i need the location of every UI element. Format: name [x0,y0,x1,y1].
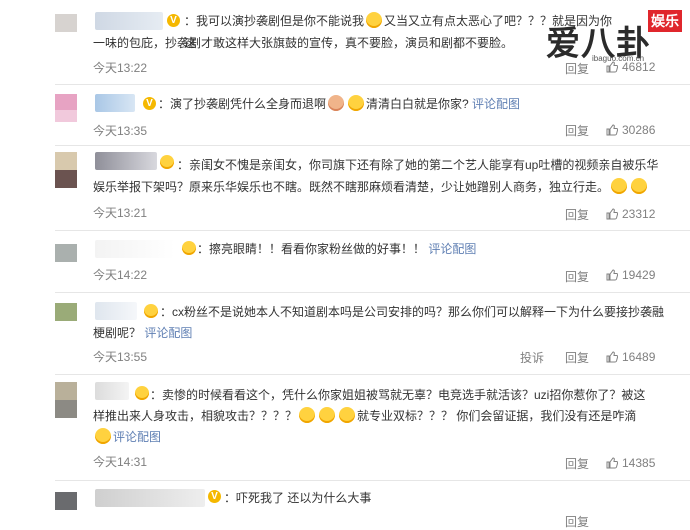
timestamp: 今天14:31 [93,455,148,469]
comment-text-cont: 梗剧呢？ 评论配图 [93,326,193,340]
thumb-up-icon [606,351,618,363]
username-blurred[interactable] [95,489,205,507]
emoji-icon [339,407,356,423]
username-blurred[interactable] [95,94,135,112]
emoji-icon [631,178,648,194]
username-blurred[interactable] [95,152,157,170]
comment-text-cont: 样推出来人身攻击，相貌攻击？？？？ 就专业双标？？？ 你们会留证据，我们没有还是咋… [93,407,637,423]
divider [55,292,690,293]
emoji-icon [319,407,336,423]
emoji-icon [611,178,628,194]
reply-button[interactable]: 回复 [565,268,589,285]
like-button[interactable]: 30286 [606,123,655,137]
like-button[interactable]: 16489 [606,350,655,364]
thumb-up-icon [606,269,618,281]
thumb-up-icon [606,208,618,220]
timestamp: 今天13:55 [93,350,148,364]
divider [55,145,690,146]
vip-badge-icon: V [167,14,180,27]
reply-button[interactable]: 回复 [565,206,589,223]
like-button[interactable]: 23312 [606,207,655,221]
divider [55,84,690,85]
emoji-icon [144,304,158,318]
comment-text-cont: 娱乐举报下架吗？原来乐华娱乐也不瞎。既然不瞎那麻烦看清楚，少让她蹭别人商务，独立… [93,176,671,198]
report-button[interactable]: 投诉 [520,349,544,366]
comment-image-link[interactable]: 评论配图 [472,97,520,111]
username-blurred[interactable] [95,382,129,400]
emoji-icon [328,95,345,111]
reply-button[interactable]: 回复 [565,122,589,139]
divider [55,480,690,481]
timestamp: 今天14:22 [93,268,148,282]
timestamp: 今天13:22 [93,61,148,75]
comment-text: ：卖惨的时候看看这个，凭什么你家姐姐被骂就无辜？电竞选手就活该？uzi招你惹你了… [150,388,646,402]
emoji-icon [348,95,365,111]
comment-text: ：擦亮眼睛！！看看你家粉丝做的好事！！ 评论配图 [197,242,477,256]
divider [55,230,690,231]
vip-badge-icon: V [208,490,221,503]
username-blurred[interactable] [95,12,163,30]
comment-text: ：演了抄袭剧凭什么全身而退啊 清清白白就是你家? 评论配图 [158,95,521,111]
watermark-logo: 爱八卦 娱乐 ibaguo.com.cn [546,10,686,68]
reply-button[interactable]: 回复 [565,349,589,366]
comment-text: ：吓死我了 还以为什么大事 [224,491,372,505]
emoji-icon [135,386,149,400]
comment-image-link[interactable]: 评论配图 [428,242,476,256]
like-button[interactable]: 14385 [606,456,655,470]
thumb-up-icon [606,457,618,469]
watermark-tag: 娱乐 [648,10,682,32]
username-blurred[interactable] [95,240,175,258]
comment-image-link[interactable]: 评论配图 [144,326,192,340]
emoji-icon [366,12,383,28]
emoji-icon [182,241,196,255]
emoji-icon [95,428,111,444]
timestamp: 今天13:35 [93,124,148,138]
comment-image-link[interactable]: 评论配图 [113,430,161,444]
timestamp: 今天13:21 [93,206,148,220]
vip-badge-icon: V [143,97,156,110]
reply-button[interactable]: 回复 [565,513,589,530]
divider [55,374,690,375]
like-button[interactable]: 19429 [606,268,655,282]
comment-text-cont: 评论配图 [93,426,671,448]
emoji-icon [299,407,316,423]
emoji-icon [160,155,174,169]
username-blurred[interactable] [95,302,137,320]
watermark-url: ibaguo.com.cn [592,54,645,63]
thumb-up-icon [606,124,618,136]
reply-button[interactable]: 回复 [565,455,589,472]
comment-text: ：亲闺女不愧是亲闺女，你司旗下还有除了她的第二个艺人能享有up吐槽的视频亲自被乐… [177,158,659,172]
comment-text: ：cx粉丝不是说她本人不知道剧本吗是公司安排的吗？那么你们可以解释一下为什么要接… [160,305,665,319]
